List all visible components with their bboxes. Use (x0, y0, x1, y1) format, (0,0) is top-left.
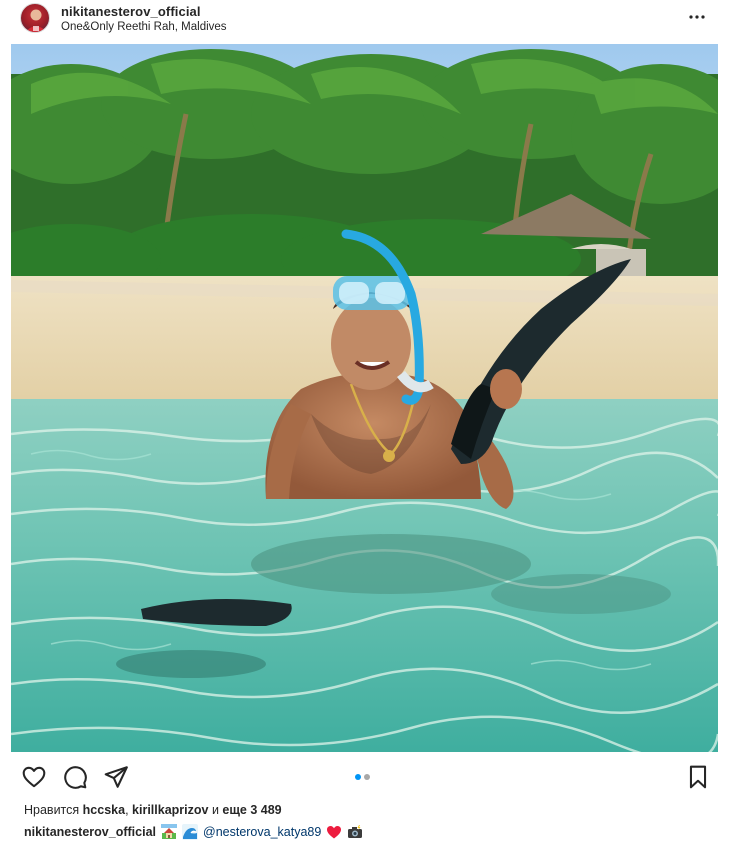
carousel-dot (364, 774, 370, 780)
save-button[interactable] (685, 764, 711, 790)
carousel-indicator (355, 774, 370, 780)
caption-mention[interactable]: @nesterova_katya89 (203, 825, 321, 839)
post-username[interactable]: nikitanesterov_official (61, 4, 201, 19)
like-button[interactable] (21, 764, 47, 790)
red-heart-icon (327, 826, 342, 839)
likes-others-count[interactable]: еще 3 489 (222, 803, 281, 817)
post-location[interactable]: One&Only Reethi Rah, Maldives (61, 21, 227, 33)
house-with-garden-icon (161, 824, 177, 839)
caption-username[interactable]: nikitanesterov_official (24, 825, 156, 839)
share-button[interactable] (103, 764, 129, 790)
more-horizontal-icon (689, 15, 705, 19)
liker-username[interactable]: kirillkaprizov (132, 803, 208, 817)
more-options-button[interactable] (684, 8, 710, 26)
post-caption: nikitanesterov_official @nesterova_katya… (24, 824, 363, 840)
bookmark-icon (689, 765, 707, 789)
paper-plane-icon (104, 766, 128, 788)
comment-icon (64, 766, 87, 789)
water-wave-icon (182, 824, 198, 840)
camera-with-flash-icon (348, 825, 363, 838)
likes-separator: , (125, 803, 129, 817)
post-header: nikitanesterov_official One&Only Reethi … (0, 0, 730, 44)
avatar[interactable] (20, 3, 50, 33)
post-actions (0, 760, 730, 794)
heart-icon (22, 766, 46, 788)
comment-button[interactable] (62, 764, 88, 790)
likes-summary: Нравится hccska, kirillkaprizov и еще 3 … (24, 803, 282, 817)
carousel-dot-active (355, 774, 361, 780)
likes-prefix: Нравится (24, 803, 80, 817)
post-photo[interactable] (11, 44, 718, 752)
likes-and: и (211, 803, 219, 817)
liker-username[interactable]: hccska (83, 803, 125, 817)
